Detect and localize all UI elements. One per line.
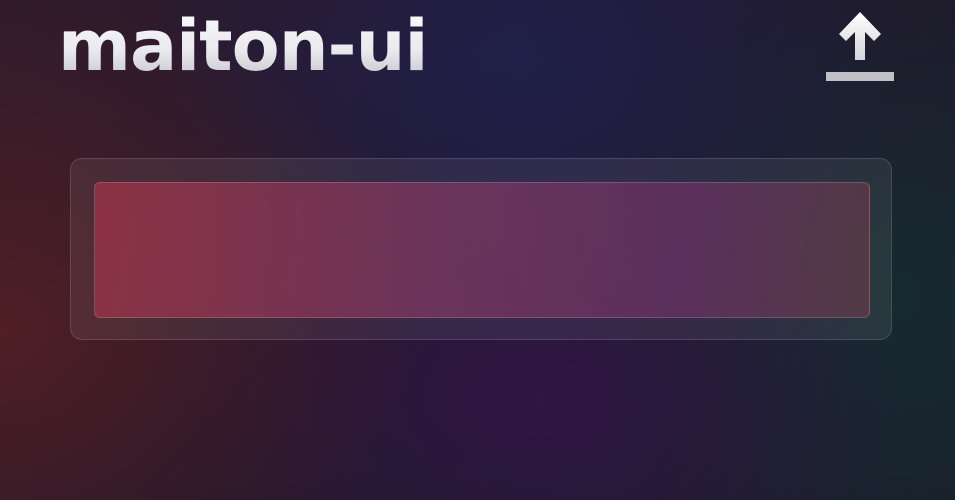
input-panel (70, 158, 892, 340)
app-title: maiton-ui (58, 2, 428, 90)
upload-button[interactable] (822, 8, 898, 86)
text-input-area[interactable] (94, 182, 870, 318)
upload-icon (826, 12, 894, 81)
